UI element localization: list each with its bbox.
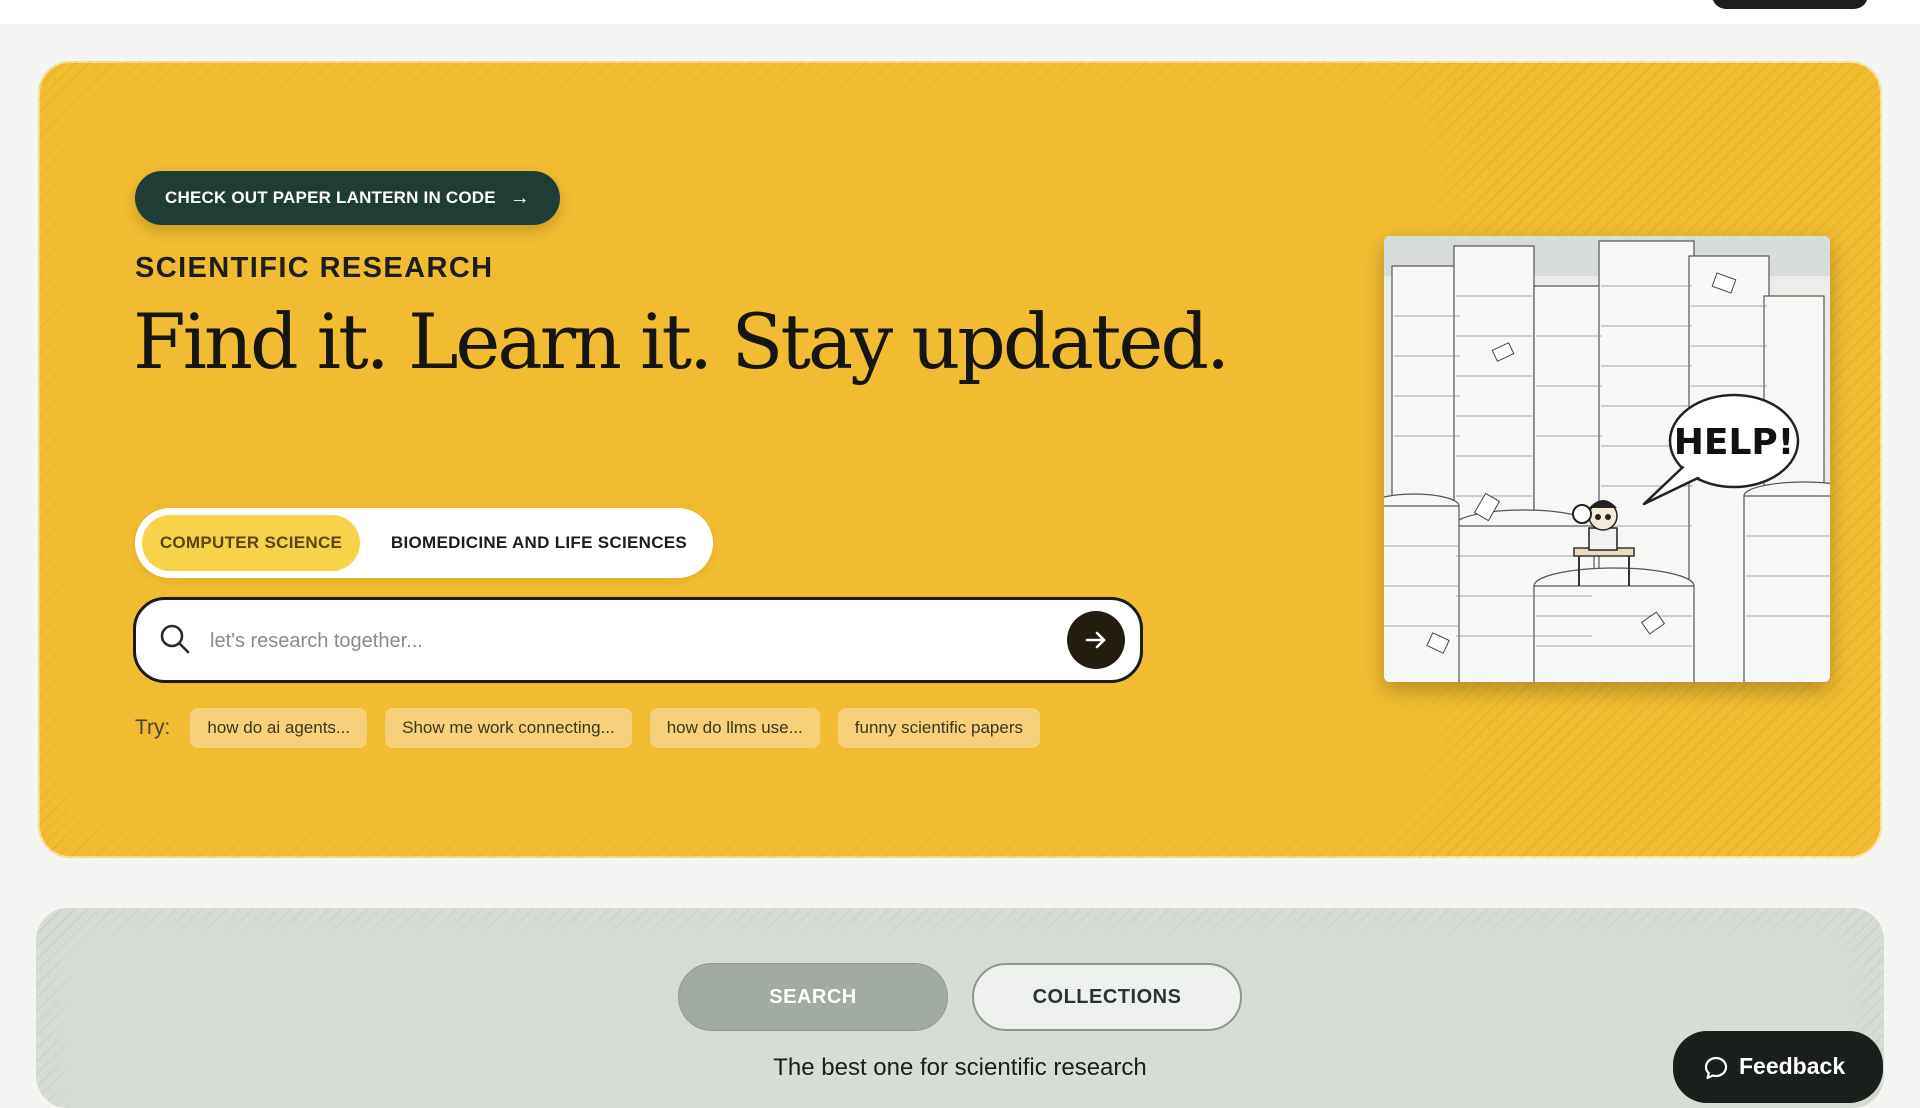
feedback-button[interactable]: Feedback bbox=[1673, 1031, 1883, 1103]
tab-search[interactable]: SEARCH bbox=[678, 963, 948, 1031]
cartoon-paper-stacks-illustration: HELP! bbox=[1384, 236, 1830, 682]
section-tagline: The best one for scientific research bbox=[773, 1054, 1147, 1081]
page-headline: Find it. Learn it. Stay updated. bbox=[133, 297, 1230, 386]
suggestion-row: Try: how do ai agents... Show me work co… bbox=[135, 708, 1040, 748]
cta-label: CHECK OUT PAPER LANTERN IN CODE bbox=[165, 188, 496, 207]
try-label: Try: bbox=[135, 716, 171, 739]
hero-panel: CHECK OUT PAPER LANTERN IN CODE → SCIENT… bbox=[38, 61, 1882, 858]
suggestion-chip[interactable]: how do ai agents... bbox=[190, 708, 368, 748]
paper-stacks-illustration: HELP! bbox=[1384, 236, 1830, 682]
suggestion-chip[interactable]: funny scientific papers bbox=[837, 708, 1040, 748]
paper-lantern-code-cta-button[interactable]: CHECK OUT PAPER LANTERN IN CODE → bbox=[135, 171, 560, 225]
tab-collections[interactable]: COLLECTIONS bbox=[972, 963, 1242, 1031]
suggestion-chip[interactable]: how do llms use... bbox=[649, 708, 820, 748]
search-input[interactable] bbox=[208, 614, 1042, 668]
feedback-label: Feedback bbox=[1739, 1053, 1846, 1079]
top-nav-bar bbox=[0, 0, 1920, 24]
topic-biomedicine-button[interactable]: BIOMEDICINE AND LIFE SCIENCES bbox=[379, 515, 699, 571]
search-box bbox=[133, 597, 1143, 683]
search-submit-button[interactable] bbox=[1067, 611, 1125, 669]
chat-bubble-icon bbox=[1704, 1056, 1728, 1080]
arrow-right-icon: → bbox=[509, 187, 530, 209]
top-nav-button[interactable] bbox=[1712, 0, 1868, 9]
speech-text: HELP! bbox=[1674, 422, 1794, 463]
section-eyebrow: SCIENTIFIC RESEARCH bbox=[135, 252, 494, 284]
search-icon bbox=[160, 624, 190, 654]
lower-content-area bbox=[78, 942, 1842, 1108]
topic-computer-science-button[interactable]: COMPUTER SCIENCE bbox=[142, 515, 360, 571]
arrow-right-icon bbox=[1085, 631, 1106, 649]
suggestion-chip[interactable]: Show me work connecting... bbox=[385, 708, 632, 748]
topic-toggle: COMPUTER SCIENCE BIOMEDICINE AND LIFE SC… bbox=[135, 508, 713, 578]
